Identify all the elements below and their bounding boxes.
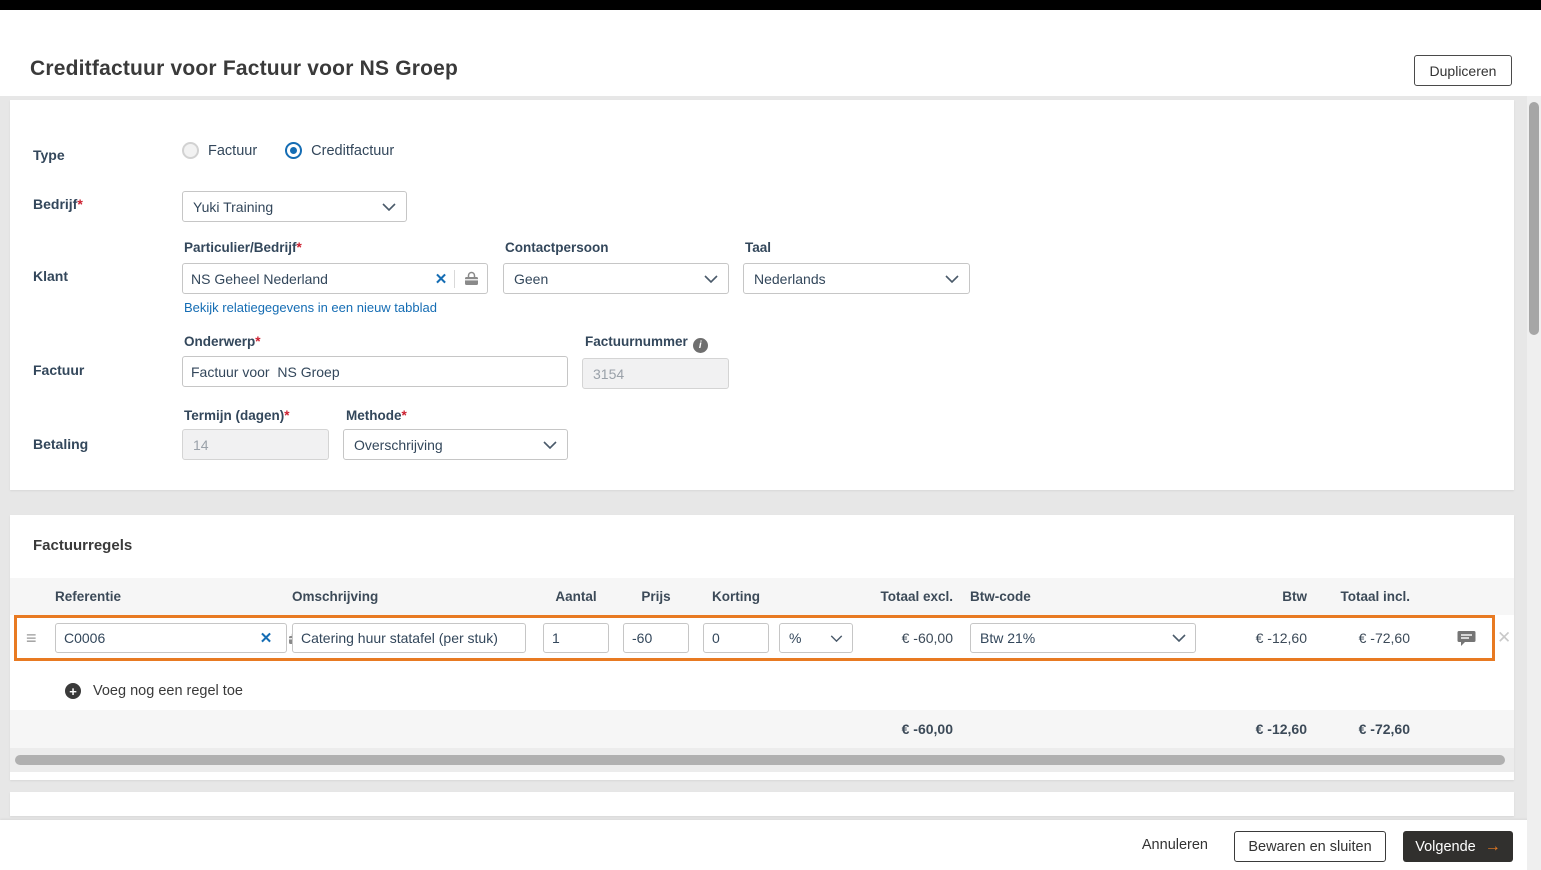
termijn-label: Termijn (dagen)* — [184, 408, 290, 423]
radio-off-icon — [182, 142, 199, 159]
btw-value: € -12,60 — [1255, 630, 1307, 646]
vertical-scrollbar-track — [1527, 96, 1541, 870]
relation-briefcase-icon[interactable] — [455, 271, 487, 287]
chevron-down-icon — [704, 274, 718, 283]
radio-factuur-label: Factuur — [208, 142, 258, 159]
col-totaal-incl: Totaal incl. — [1340, 589, 1410, 604]
prijs-field — [623, 623, 689, 653]
col-btw-code: Btw-code — [970, 589, 1031, 604]
prijs-input[interactable] — [624, 624, 688, 652]
methode-select[interactable]: Overschrijving — [343, 429, 568, 460]
factuurnummer-label: Factuurnummer i — [585, 334, 708, 353]
required-mark: * — [296, 240, 302, 255]
horizontal-scrollbar-track — [10, 748, 1514, 772]
horizontal-scrollbar-thumb[interactable] — [15, 755, 1505, 765]
page-title: Creditfactuur voor Factuur voor NS Groep — [30, 57, 459, 80]
volgende-label: Volgende — [1415, 838, 1476, 855]
termijn-input: 14 — [182, 429, 329, 460]
bedrijf-label: Bedrijf* — [33, 196, 83, 212]
omschrijving-input[interactable] — [293, 624, 525, 652]
particulier-bedrijf-field: ✕ — [182, 263, 488, 294]
comment-icon[interactable] — [1457, 615, 1476, 661]
volgende-button[interactable]: Volgende → — [1403, 831, 1513, 862]
onderwerp-label: Onderwerp* — [184, 334, 261, 349]
chevron-down-icon — [945, 274, 959, 283]
arrow-right-icon: → — [1484, 837, 1501, 855]
onderwerp-input[interactable] — [183, 357, 567, 386]
drag-handle-icon[interactable]: ≡ — [26, 615, 36, 661]
col-aantal: Aantal — [555, 589, 597, 604]
factuurnummer-input: 3154 — [582, 358, 729, 389]
particulier-bedrijf-label: Particulier/Bedrijf* — [184, 240, 302, 255]
referentie-input[interactable] — [56, 624, 253, 652]
next-section-card — [10, 792, 1514, 816]
aantal-input[interactable] — [544, 624, 608, 652]
chevron-down-icon — [1172, 634, 1186, 642]
col-korting: Korting — [712, 589, 760, 604]
omschrijving-field — [292, 623, 526, 653]
col-btw: Btw — [1282, 589, 1307, 604]
totals-row: € -60,00 € -12,60 € -72,60 — [10, 710, 1514, 748]
totaal-excl-value: € -60,00 — [901, 630, 953, 646]
particulier-bedrijf-input[interactable] — [183, 264, 428, 293]
totaal-incl-value: € -72,60 — [1358, 630, 1410, 646]
info-icon[interactable]: i — [692, 338, 708, 353]
bedrijf-select[interactable]: Yuki Training — [182, 191, 407, 222]
bewaren-en-sluiten-button[interactable]: Bewaren en sluiten — [1234, 831, 1386, 862]
totals-totaal-incl: € -72,60 — [1358, 721, 1410, 737]
chevron-down-icon — [543, 440, 557, 449]
invoice-lines-card: Factuurregels Referentie Omschrijving Aa… — [10, 515, 1514, 780]
dupliceren-button[interactable]: Dupliceren — [1414, 55, 1512, 86]
clear-icon[interactable]: ✕ — [253, 629, 279, 647]
type-radio-group: Factuur Creditfactuur — [182, 142, 394, 159]
chevron-down-icon — [382, 202, 396, 211]
klant-label: Klant — [33, 268, 68, 284]
radio-creditfactuur[interactable]: Creditfactuur — [285, 142, 394, 159]
vertical-scrollbar-thumb[interactable] — [1529, 102, 1539, 335]
row-remove-icon[interactable]: ✕ — [1497, 615, 1511, 661]
col-omschrijving: Omschrijving — [292, 589, 379, 604]
page-header: Creditfactuur voor Factuur voor NS Groep… — [0, 10, 1541, 96]
type-label: Type — [33, 147, 65, 163]
required-mark: * — [401, 408, 407, 423]
radio-factuur[interactable]: Factuur — [182, 142, 257, 159]
annuleren-button[interactable]: Annuleren — [1142, 820, 1208, 870]
contactpersoon-select[interactable]: Geen — [503, 263, 729, 294]
factuurregels-heading: Factuurregels — [33, 537, 133, 554]
invoice-form-card: Type Factuur Creditfactuur Bedrijf* Yuki… — [10, 100, 1514, 490]
relatiegegevens-link[interactable]: Bekijk relatiegegevens in een nieuw tabb… — [184, 300, 437, 315]
col-prijs: Prijs — [641, 589, 671, 604]
methode-label: Methode* — [346, 408, 407, 423]
totals-btw: € -12,60 — [1255, 721, 1307, 737]
betaling-label: Betaling — [33, 436, 89, 452]
required-mark: * — [255, 334, 261, 349]
taal-label: Taal — [745, 240, 772, 255]
required-mark: * — [77, 196, 83, 212]
col-referentie: Referentie — [55, 589, 122, 604]
radio-on-icon — [285, 142, 303, 159]
lines-header-row: Referentie Omschrijving Aantal Prijs Kor… — [10, 578, 1514, 615]
factuur-label: Factuur — [33, 362, 85, 378]
radio-creditfactuur-label: Creditfactuur — [311, 142, 395, 159]
btw-code-select[interactable]: Btw 21% — [970, 623, 1196, 653]
footer-action-bar: Annuleren Bewaren en sluiten Volgende → — [0, 820, 1541, 870]
plus-circle-icon: + — [65, 683, 81, 699]
aantal-field — [543, 623, 609, 653]
referentie-field: ✕ — [55, 623, 302, 653]
onderwerp-field — [182, 356, 568, 387]
col-totaal-excl: Totaal excl. — [880, 589, 953, 604]
totals-totaal-excl: € -60,00 — [901, 721, 953, 737]
invoice-line-row: ≡ ✕ — [10, 615, 1514, 661]
taal-select[interactable]: Nederlands — [743, 263, 970, 294]
korting-input[interactable] — [704, 624, 768, 652]
required-mark: * — [284, 408, 290, 423]
contactpersoon-label: Contactpersoon — [505, 240, 609, 255]
add-line-label: Voeg nog een regel toe — [93, 683, 243, 699]
korting-field — [703, 623, 769, 653]
add-line-button[interactable]: + Voeg nog een regel toe — [65, 675, 243, 707]
credit-invoice-page: Creditfactuur voor Factuur voor NS Groep… — [0, 0, 1541, 870]
top-black-bar — [0, 0, 1541, 10]
clear-icon[interactable]: ✕ — [428, 270, 454, 288]
